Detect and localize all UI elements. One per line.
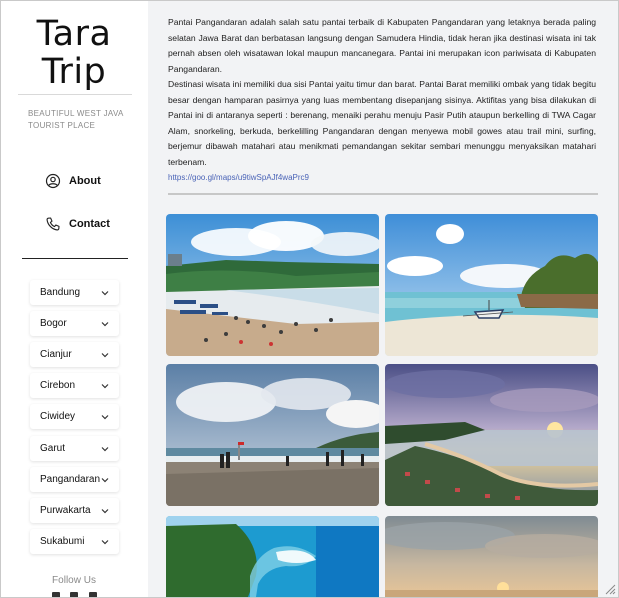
- region-dropdown-purwakarta[interactable]: Purwakarta: [30, 498, 119, 523]
- chevron-down-icon: [101, 477, 109, 482]
- description: Pantai Pangandaran adalah salah satu pan…: [168, 15, 596, 186]
- chevron-down-icon: [101, 290, 109, 295]
- region-label: Bandung: [40, 287, 81, 298]
- content-divider: [168, 193, 598, 195]
- gallery-photo-cloudy-sunset[interactable]: [385, 516, 598, 597]
- region-label: Ciwidey: [40, 411, 76, 422]
- region-label: Cianjur: [40, 349, 72, 360]
- nav-item-contact[interactable]: Contact: [45, 214, 110, 234]
- region-label: Sukabumi: [40, 536, 85, 547]
- youtube-icon[interactable]: [89, 592, 97, 597]
- region-label: Pangandaran: [40, 474, 101, 485]
- region-dropdown-cirebon[interactable]: Cirebon: [30, 373, 119, 398]
- region-dropdown-pangandaran[interactable]: Pangandaran: [30, 467, 119, 492]
- map-link[interactable]: https://goo.gl/maps/u9tiwSpAJf4waPrc9: [168, 173, 309, 182]
- description-paragraph-2: Destinasi wisata ini memiliki dua sisi P…: [168, 79, 596, 167]
- instagram-icon[interactable]: [70, 592, 78, 597]
- region-label: Cirebon: [40, 380, 76, 391]
- nav-label-contact: Contact: [69, 218, 110, 230]
- region-dropdown-bandung[interactable]: Bandung: [30, 280, 119, 305]
- region-dropdown-ciwidey[interactable]: Ciwidey: [30, 404, 119, 429]
- brand-tagline: BEAUTIFUL WEST JAVA TOURIST PLACE: [28, 109, 124, 130]
- chevron-down-icon: [101, 321, 109, 326]
- sidebar-divider: [22, 258, 128, 259]
- chevron-down-icon: [101, 414, 109, 419]
- chevron-down-icon: [101, 446, 109, 451]
- nav-item-about[interactable]: About: [45, 171, 101, 191]
- user-circle-icon: [45, 173, 61, 189]
- chevron-down-icon: [101, 383, 109, 388]
- phone-icon: [45, 216, 61, 232]
- region-label: Purwakarta: [40, 505, 91, 516]
- gallery-photo-surf-beach[interactable]: [166, 364, 379, 506]
- brand-line-2: Trip: [41, 52, 107, 92]
- main-content: Pantai Pangandaran adalah salah satu pan…: [148, 1, 618, 597]
- sidebar: Tara Trip BEAUTIFUL WEST JAVA TOURIST PL…: [1, 1, 147, 597]
- nav-label-about: About: [69, 175, 101, 187]
- gallery-photo-boat-island[interactable]: [385, 214, 598, 356]
- region-dropdown-cianjur[interactable]: Cianjur: [30, 342, 119, 367]
- brand-line-1: Tara: [36, 14, 112, 54]
- region-dropdown-garut[interactable]: Garut: [30, 436, 119, 461]
- gallery-photo-aerial-sunset[interactable]: [385, 364, 598, 506]
- gallery-photo-aerial-coast[interactable]: [166, 516, 379, 597]
- twitter-icon[interactable]: [52, 592, 60, 597]
- app-window: Tara Trip BEAUTIFUL WEST JAVA TOURIST PL…: [0, 0, 619, 598]
- region-dropdown-sukabumi[interactable]: Sukabumi: [30, 529, 119, 554]
- chevron-down-icon: [101, 508, 109, 513]
- chevron-down-icon: [101, 352, 109, 357]
- follow-us-label: Follow Us: [52, 575, 96, 586]
- gallery-photo-beach-crowd[interactable]: [166, 214, 379, 356]
- resize-handle-icon[interactable]: [604, 583, 616, 595]
- region-dropdown-bogor[interactable]: Bogor: [30, 311, 119, 336]
- brand-divider: [18, 94, 132, 95]
- description-paragraph-1: Pantai Pangandaran adalah salah satu pan…: [168, 17, 596, 74]
- brand-logo[interactable]: Tara Trip: [1, 15, 147, 91]
- region-label: Bogor: [40, 318, 67, 329]
- chevron-down-icon: [101, 539, 109, 544]
- region-label: Garut: [40, 443, 66, 454]
